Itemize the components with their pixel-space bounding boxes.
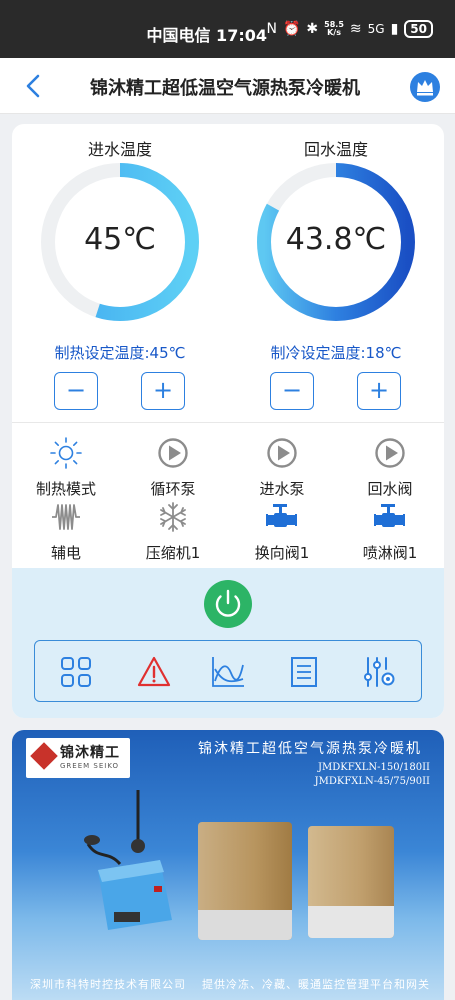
heating-decrease-button[interactable]: −: [54, 372, 98, 410]
control-panel: [12, 568, 444, 718]
status-label: 循环泵: [150, 480, 196, 498]
battery-indicator: 50: [404, 20, 433, 38]
vip-crown-icon[interactable]: [409, 71, 441, 103]
power-icon: [215, 589, 241, 617]
status-bar: 中国电信 17:04 N ⏰ ✱ 58.5 K/s ≋ 5G ▮ 50: [0, 0, 455, 58]
status-label: 喷淋阀1: [362, 544, 418, 562]
status-label: 换向阀1: [254, 544, 310, 562]
list-icon[interactable]: [287, 655, 321, 689]
grid-icon[interactable]: [59, 655, 93, 689]
page-title: 锦沐精工超低温空气源热泵冷暖机: [90, 78, 360, 99]
status-label: 辅电: [50, 544, 81, 562]
status-compressor-1: 压缩机1: [123, 500, 223, 563]
heat-pump-unit-large: [198, 822, 292, 940]
play-circle-icon: [267, 438, 297, 468]
network-type: 5G: [367, 22, 385, 36]
status-inlet-pump: 进水泵: [232, 436, 332, 499]
heat-pump-unit-small: [308, 826, 394, 938]
banner-model-1: JMDKFXLN-150/180II: [317, 762, 430, 773]
main-card: 进水温度 45℃ 制热设定温度:45℃ − + 回水温度 43.8℃ 制冷设定温…: [12, 124, 444, 718]
status-label: 压缩机1: [145, 544, 201, 562]
gateway-device-image: [84, 790, 172, 930]
status-icons: N ⏰ ✱ 58.5 K/s ≋ 5G ▮ 50: [266, 20, 433, 38]
play-circle-icon: [158, 438, 188, 468]
inlet-temp-title: 进水温度: [87, 140, 152, 159]
play-circle-icon: [375, 438, 405, 468]
carrier-time: 中国电信 17:04: [146, 26, 267, 45]
cooling-decrease-button[interactable]: −: [270, 372, 314, 410]
logo-mark-icon: [30, 742, 58, 770]
function-toolbar: [34, 640, 422, 702]
heating-setpoint: 制热设定温度:45℃: [54, 344, 186, 362]
bluetooth-icon: ✱: [306, 21, 319, 37]
banner-headline: 锦沐精工超低空气源热泵冷暖机: [198, 741, 422, 757]
alarm-icon: ⏰: [282, 21, 301, 37]
warning-icon[interactable]: [137, 655, 171, 689]
wifi-icon: ≋: [349, 21, 362, 37]
signal-icon: ▮: [390, 21, 399, 37]
status-label: 制热模式: [35, 480, 96, 498]
heating-increase-button[interactable]: +: [141, 372, 185, 410]
valve-icon: [374, 504, 405, 527]
heater-coil-icon: [52, 504, 80, 530]
nav-bar: 锦沐精工超低温空气源热泵冷暖机: [0, 58, 455, 114]
status-reversing-valve-1: 换向阀1: [232, 500, 332, 563]
valve-icon: [266, 504, 297, 527]
return-temp-title: 回水温度: [303, 140, 368, 159]
status-label: 回水阀: [367, 480, 413, 498]
chart-icon[interactable]: [211, 655, 245, 689]
return-temp-value: 43.8℃: [285, 222, 387, 257]
nfc-icon: N: [266, 21, 277, 37]
divider: [12, 422, 444, 423]
status-aux-heater: 辅电: [16, 500, 116, 563]
net-speed: 58.5 K/s: [324, 20, 344, 37]
status-heating-mode: 制热模式: [16, 436, 116, 499]
back-icon[interactable]: [22, 72, 46, 100]
status-spray-valve-1: 喷淋阀1: [340, 500, 440, 563]
cooling-increase-button[interactable]: +: [357, 372, 401, 410]
banner-footer: 深圳市科特时控技术有限公司 提供冷冻、冷藏、暖通监控管理平台和网关: [30, 978, 430, 991]
sun-icon: [50, 437, 82, 469]
cooling-setpoint: 制冷设定温度:18℃: [270, 344, 402, 362]
status-circulation-pump: 循环泵: [123, 436, 223, 499]
status-label: 进水泵: [259, 480, 305, 498]
status-return-valve: 回水阀: [340, 436, 440, 499]
inlet-temp-value: 45℃: [84, 222, 156, 257]
power-button[interactable]: [204, 580, 252, 628]
banner-model-2: JMDKFXLN-45/75/90II: [314, 776, 430, 787]
promo-banner[interactable]: 锦沐精工 GREEM SEIKO 锦沐精工超低空气源热泵冷暖机 JMDKFXLN…: [12, 730, 444, 1000]
sliders-icon[interactable]: [363, 655, 397, 689]
brand-logo: 锦沐精工 GREEM SEIKO: [26, 738, 130, 778]
snowflake-icon: [160, 502, 186, 532]
